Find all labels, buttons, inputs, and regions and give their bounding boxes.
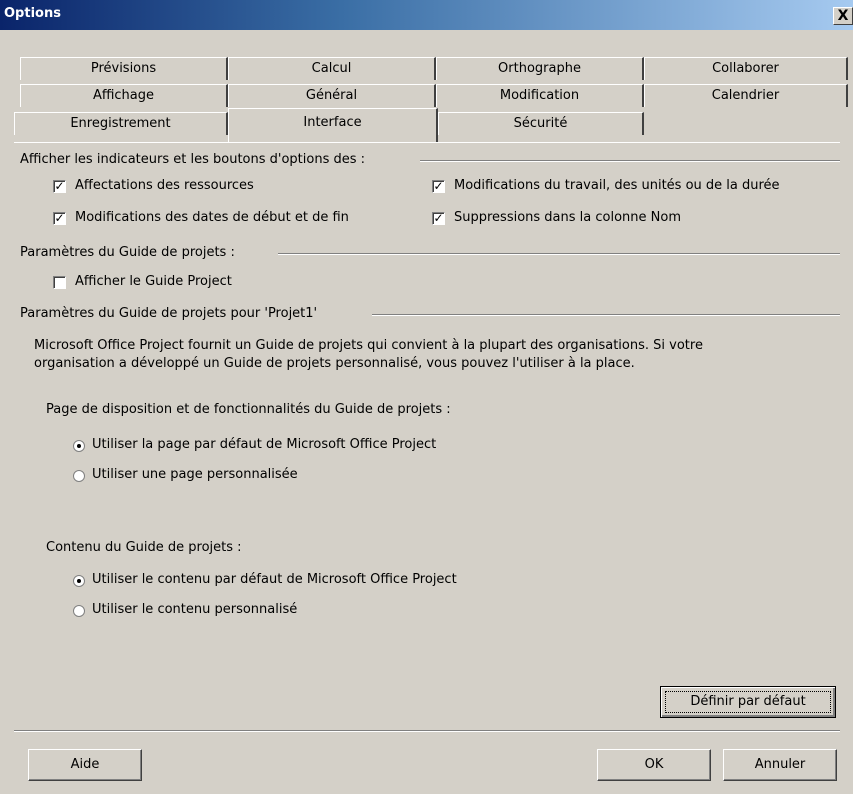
checkbox-modifications-dates[interactable]: ✓ xyxy=(53,212,66,225)
tab-previsions[interactable]: Prévisions xyxy=(20,57,228,80)
project-guide-heading: Paramètres du Guide de projets pour 'Pro… xyxy=(20,306,318,321)
ok-button[interactable]: OK xyxy=(597,749,711,781)
label-content-default[interactable]: Utiliser le contenu par défaut de Micros… xyxy=(92,572,457,587)
group-divider xyxy=(278,253,840,255)
tab-enregistrement[interactable]: Enregistrement xyxy=(14,112,228,135)
tab-interface[interactable]: Interface xyxy=(228,108,438,142)
tab-affichage[interactable]: Affichage xyxy=(20,84,228,107)
checkbox-affectations[interactable]: ✓ xyxy=(53,180,66,193)
tab-securite[interactable]: Sécurité xyxy=(438,112,644,135)
window-title: Options xyxy=(4,6,61,21)
close-button[interactable]: X xyxy=(833,7,853,25)
label-modifications-dates[interactable]: Modifications des dates de début et de f… xyxy=(75,210,349,225)
tab-calcul[interactable]: Calcul xyxy=(228,57,436,80)
cancel-button[interactable]: Annuler xyxy=(723,749,837,781)
checkbox-suppressions[interactable]: ✓ xyxy=(432,212,445,225)
label-content-custom[interactable]: Utiliser le contenu personnalisé xyxy=(92,602,297,617)
content-heading: Contenu du Guide de projets : xyxy=(46,540,242,555)
indicators-heading: Afficher les indicateurs et les boutons … xyxy=(20,152,366,167)
label-modifications-travail[interactable]: Modifications du travail, des unités ou … xyxy=(454,178,780,193)
footer-separator xyxy=(14,730,840,732)
group-divider xyxy=(420,160,840,162)
tab-collaborer[interactable]: Collaborer xyxy=(644,57,848,80)
checkbox-show-guide[interactable] xyxy=(53,276,66,289)
group-divider xyxy=(372,314,840,316)
label-affectations[interactable]: Affectations des ressources xyxy=(75,178,254,193)
radio-content-custom[interactable] xyxy=(73,605,85,617)
checkbox-modifications-travail[interactable]: ✓ xyxy=(432,180,445,193)
tab-orthographe[interactable]: Orthographe xyxy=(436,57,644,80)
focus-rectangle xyxy=(665,691,831,713)
description-line-1: Microsoft Office Project fournit un Guid… xyxy=(34,338,703,353)
tab-modification[interactable]: Modification xyxy=(436,84,644,107)
radio-layout-default[interactable] xyxy=(73,440,85,452)
help-button[interactable]: Aide xyxy=(28,749,142,781)
tab-calendrier[interactable]: Calendrier xyxy=(644,84,848,107)
guide-heading: Paramètres du Guide de projets : xyxy=(20,245,235,260)
tab-panel-border xyxy=(14,142,840,143)
label-suppressions[interactable]: Suppressions dans la colonne Nom xyxy=(454,210,681,225)
title-bar: Options X xyxy=(0,0,853,30)
radio-content-default[interactable] xyxy=(73,575,85,587)
tab-general[interactable]: Général xyxy=(228,84,436,107)
set-default-button[interactable]: Définir par défaut xyxy=(660,686,836,718)
label-show-guide[interactable]: Afficher le Guide Project xyxy=(75,274,232,289)
radio-layout-custom[interactable] xyxy=(73,470,85,482)
label-layout-custom[interactable]: Utiliser une page personnalisée xyxy=(92,467,298,482)
layout-heading: Page de disposition et de fonctionnalité… xyxy=(46,402,451,417)
description-line-2: organisation a développé un Guide de pro… xyxy=(34,356,635,371)
label-layout-default[interactable]: Utiliser la page par défaut de Microsoft… xyxy=(92,437,436,452)
